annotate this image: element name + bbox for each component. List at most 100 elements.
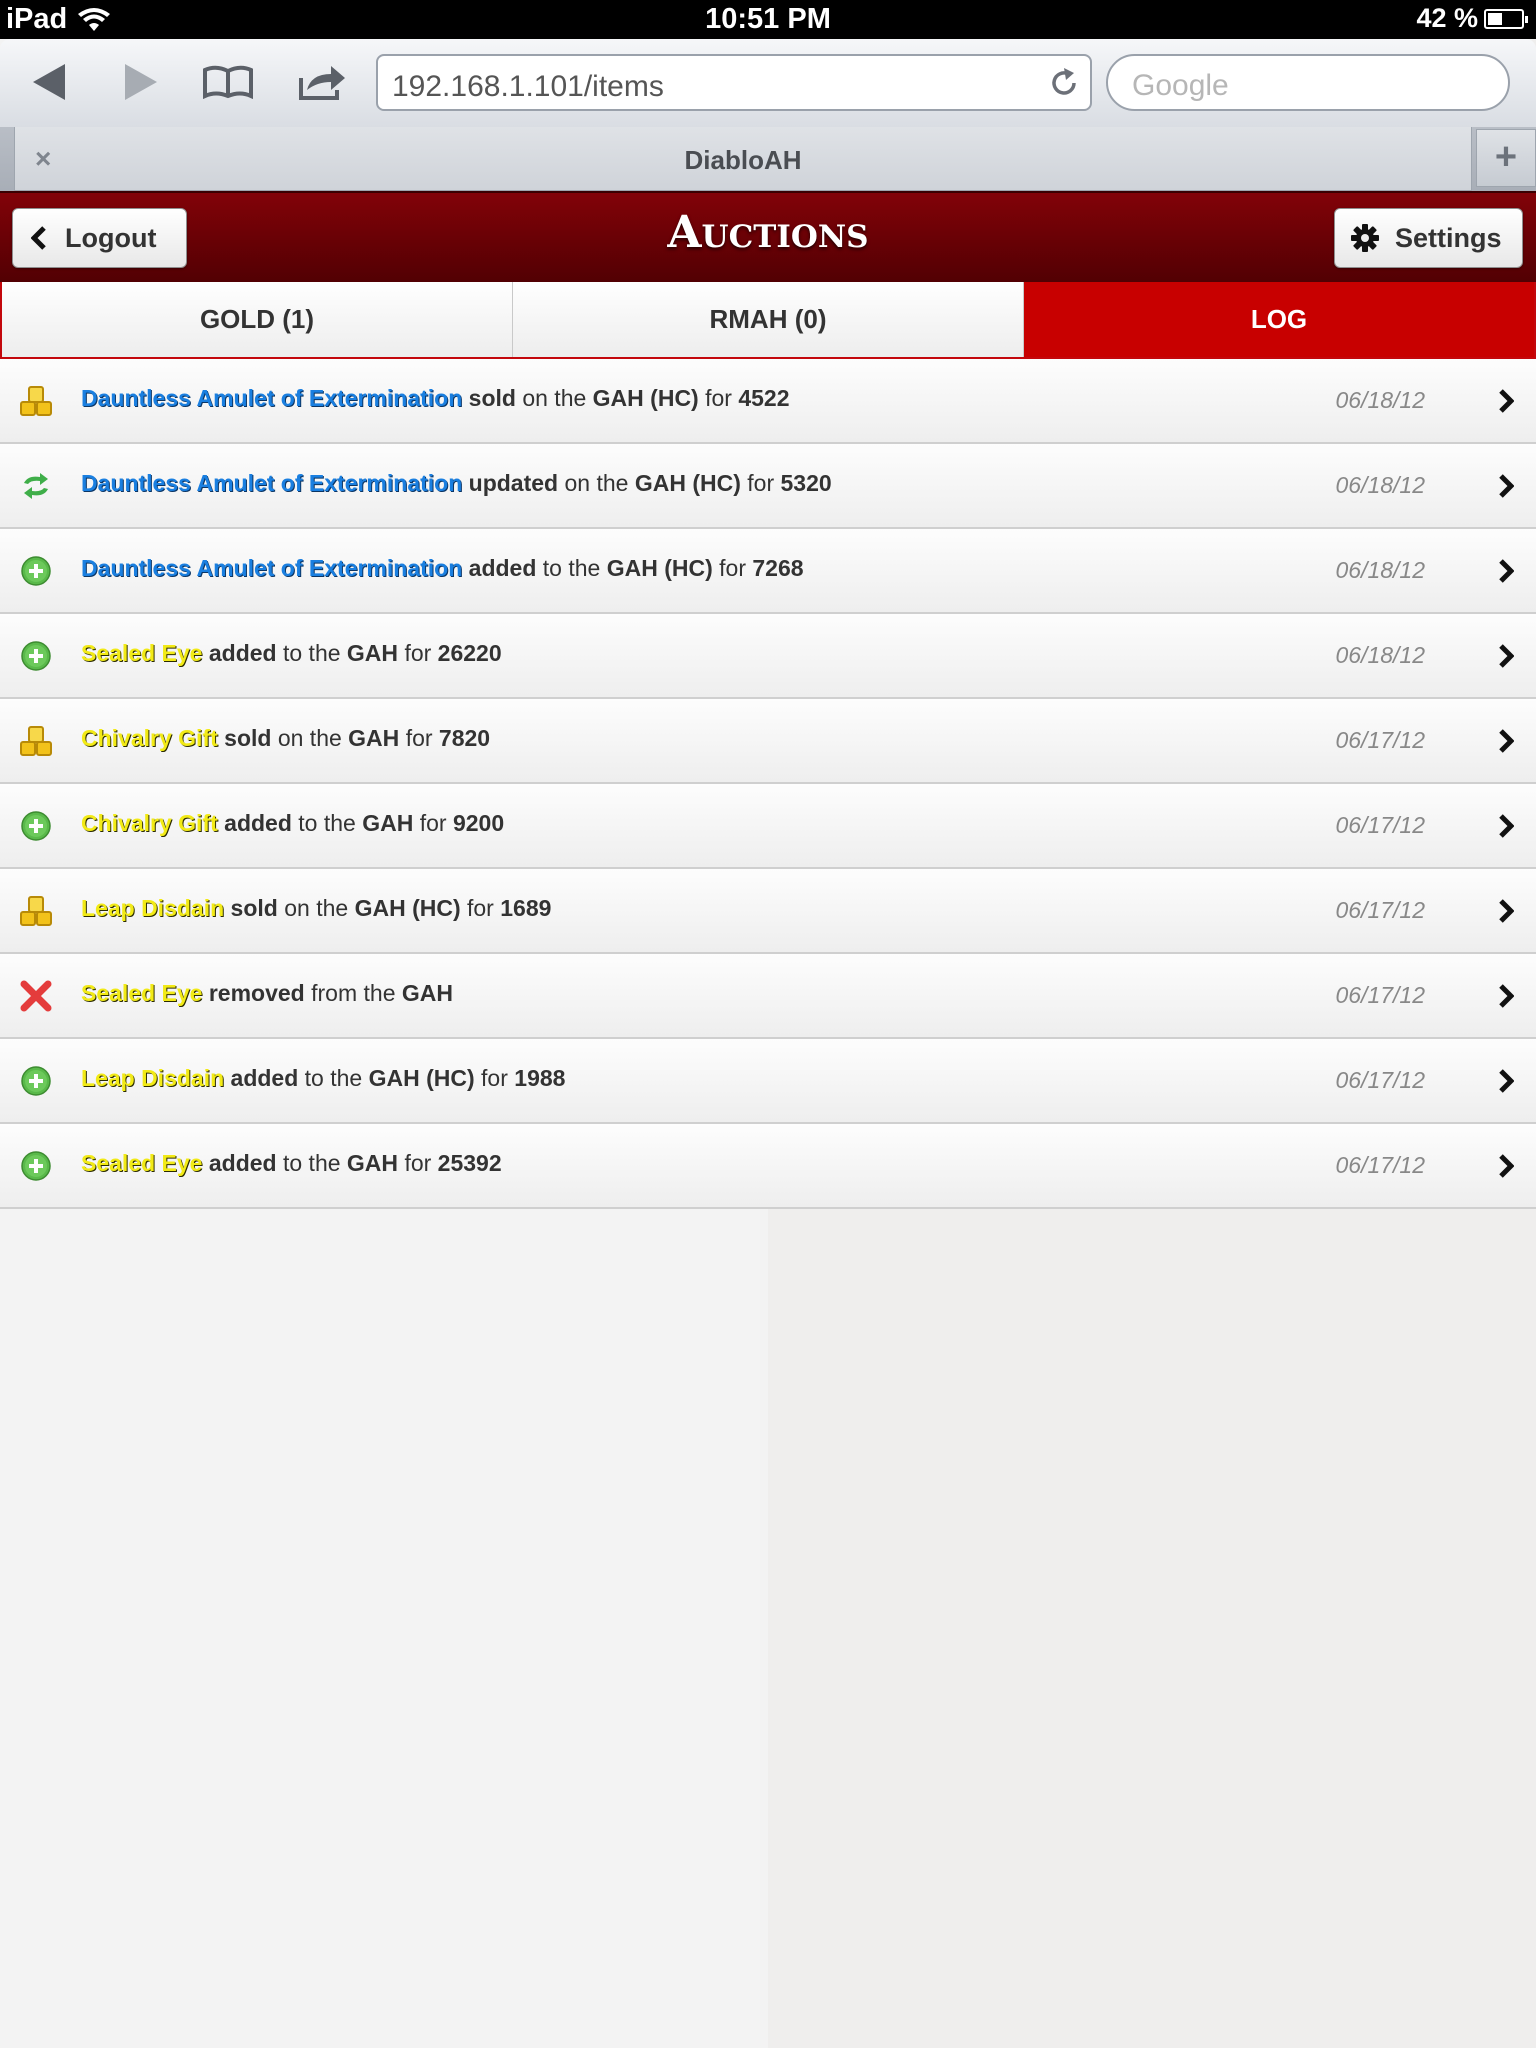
chevron-right-icon <box>1499 474 1514 498</box>
item-name[interactable]: Dauntless Amulet of Extermination <box>81 385 462 411</box>
auction-house: GAH <box>346 1150 399 1176</box>
log-price: 25392 <box>437 1150 502 1176</box>
search-field[interactable]: Google <box>1106 54 1510 111</box>
browser-tab[interactable]: × DiabloAH <box>14 127 1472 191</box>
log-price: 9200 <box>452 810 505 836</box>
log-price: 1988 <box>514 1065 566 1091</box>
for-label: for <box>705 385 732 411</box>
add-icon <box>18 810 54 842</box>
status-right: 42 % <box>1416 3 1528 34</box>
log-action: sold <box>230 895 278 921</box>
log-row[interactable]: Dauntless Amulet of Extermination update… <box>0 444 1536 529</box>
forward-arrow-icon <box>125 64 157 100</box>
log-list: Dauntless Amulet of Extermination sold o… <box>0 359 1536 1209</box>
address-bar[interactable]: 192.168.1.101/items <box>376 54 1092 111</box>
log-row[interactable]: Sealed Eye added to the GAH for 26220 06/… <box>0 614 1536 699</box>
for-label: for <box>747 470 775 496</box>
item-name[interactable]: Dauntless Amulet of Extermination <box>81 555 462 581</box>
for-label: for <box>404 1150 432 1176</box>
log-row[interactable]: Leap Disdain added to the GAH (HC) for 1… <box>0 1039 1536 1124</box>
log-prep: on the <box>284 895 349 921</box>
item-name[interactable]: Dauntless Amulet of Extermination <box>81 470 462 496</box>
log-date: 06/17/12 <box>1335 897 1425 923</box>
for-label: for <box>481 1065 508 1091</box>
log-price: 26220 <box>437 640 502 666</box>
coins-icon <box>18 895 54 927</box>
settings-label: Settings <box>1395 222 1502 253</box>
update-icon <box>18 470 54 502</box>
log-text: Dauntless Amulet of Extermination sold o… <box>81 385 790 412</box>
log-prep: to the <box>282 1150 341 1176</box>
log-action: sold <box>224 725 272 751</box>
log-action: updated <box>468 470 559 496</box>
share-button[interactable] <box>294 57 350 107</box>
log-action: sold <box>468 385 516 411</box>
for-label: for <box>405 725 433 751</box>
item-name[interactable]: Sealed Eye <box>81 980 202 1006</box>
log-row[interactable]: Sealed Eye removed from the GAH 06/17/12 <box>0 954 1536 1039</box>
log-prep: to the <box>542 555 601 581</box>
chevron-right-icon <box>1499 389 1514 413</box>
tab-title: DiabloAH <box>684 145 802 175</box>
add-icon <box>18 1065 54 1097</box>
for-label: for <box>719 555 746 581</box>
tab-rmah[interactable]: RMAH (0) <box>513 282 1024 357</box>
log-row[interactable]: Chivalry Gift sold on the GAH for 7820 06… <box>0 699 1536 784</box>
log-price: 7820 <box>438 725 491 751</box>
auction-house: GAH (HC) <box>354 895 461 921</box>
log-prep: on the <box>277 725 342 751</box>
item-name[interactable]: Sealed Eye <box>81 640 202 666</box>
auction-house: GAH (HC) <box>606 555 713 581</box>
chevron-right-icon <box>1499 1154 1514 1178</box>
share-icon <box>299 66 345 100</box>
item-name[interactable]: Leap Disdain <box>81 895 224 921</box>
search-placeholder: Google <box>1132 69 1229 102</box>
log-row[interactable]: Chivalry Gift added to the GAH for 9200 0… <box>0 784 1536 869</box>
log-row[interactable]: Dauntless Amulet of Extermination added … <box>0 529 1536 614</box>
bookmarks-button[interactable] <box>200 57 256 107</box>
item-name[interactable]: Chivalry Gift <box>81 810 218 836</box>
log-date: 06/17/12 <box>1335 727 1425 753</box>
log-row[interactable]: Dauntless Amulet of Extermination sold o… <box>0 359 1536 444</box>
log-date: 06/17/12 <box>1335 982 1425 1008</box>
chevron-right-icon <box>1499 899 1514 923</box>
url-text: 192.168.1.101/items <box>392 70 664 103</box>
remove-icon <box>18 980 54 1012</box>
item-name[interactable]: Leap Disdain <box>81 1065 224 1091</box>
browser-toolbar: 192.168.1.101/items Google <box>0 39 1536 127</box>
log-price: 1689 <box>500 895 552 921</box>
auction-house: GAH (HC) <box>592 385 699 411</box>
item-name[interactable]: Chivalry Gift <box>81 725 218 751</box>
tab-gold[interactable]: GOLD (1) <box>2 282 513 357</box>
item-name[interactable]: Sealed Eye <box>81 1150 202 1176</box>
log-text: Sealed Eye added to the GAH for 25392 <box>81 1150 502 1177</box>
auction-house: GAH <box>346 640 399 666</box>
settings-button[interactable]: Settings <box>1334 208 1523 268</box>
chevron-right-icon <box>1499 814 1514 838</box>
page-title: Auctions <box>667 207 869 258</box>
battery-percent: 42 % <box>1416 3 1478 33</box>
new-tab-button[interactable]: + <box>1476 129 1536 187</box>
app-header: Logout Auctions Settings <box>0 191 1536 282</box>
log-text: Leap Disdain added to the GAH (HC) for 1… <box>81 1065 565 1092</box>
forward-button[interactable] <box>118 57 164 107</box>
for-label: for <box>404 640 432 666</box>
log-date: 06/17/12 <box>1335 1152 1425 1178</box>
tab-log[interactable]: LOG <box>1024 282 1534 357</box>
add-icon <box>18 640 54 672</box>
log-row[interactable]: Leap Disdain sold on the GAH (HC) for 16… <box>0 869 1536 954</box>
log-prep: on the <box>522 385 587 411</box>
log-text: Chivalry Gift sold on the GAH for 7820 <box>81 725 490 752</box>
log-price: 7268 <box>752 555 804 581</box>
log-price: 4522 <box>738 385 790 411</box>
log-prep: from the <box>311 980 396 1006</box>
log-date: 06/17/12 <box>1335 812 1425 838</box>
back-button[interactable] <box>26 57 72 107</box>
reload-icon[interactable] <box>1048 67 1080 99</box>
status-time: 10:51 PM <box>705 3 831 35</box>
log-row[interactable]: Sealed Eye added to the GAH for 25392 06/… <box>0 1124 1536 1209</box>
auction-house: GAH <box>362 810 414 836</box>
log-text: Dauntless Amulet of Extermination added … <box>81 555 804 582</box>
log-text: Sealed Eye removed from the GAH <box>81 980 453 1007</box>
log-date: 06/18/12 <box>1335 387 1425 413</box>
